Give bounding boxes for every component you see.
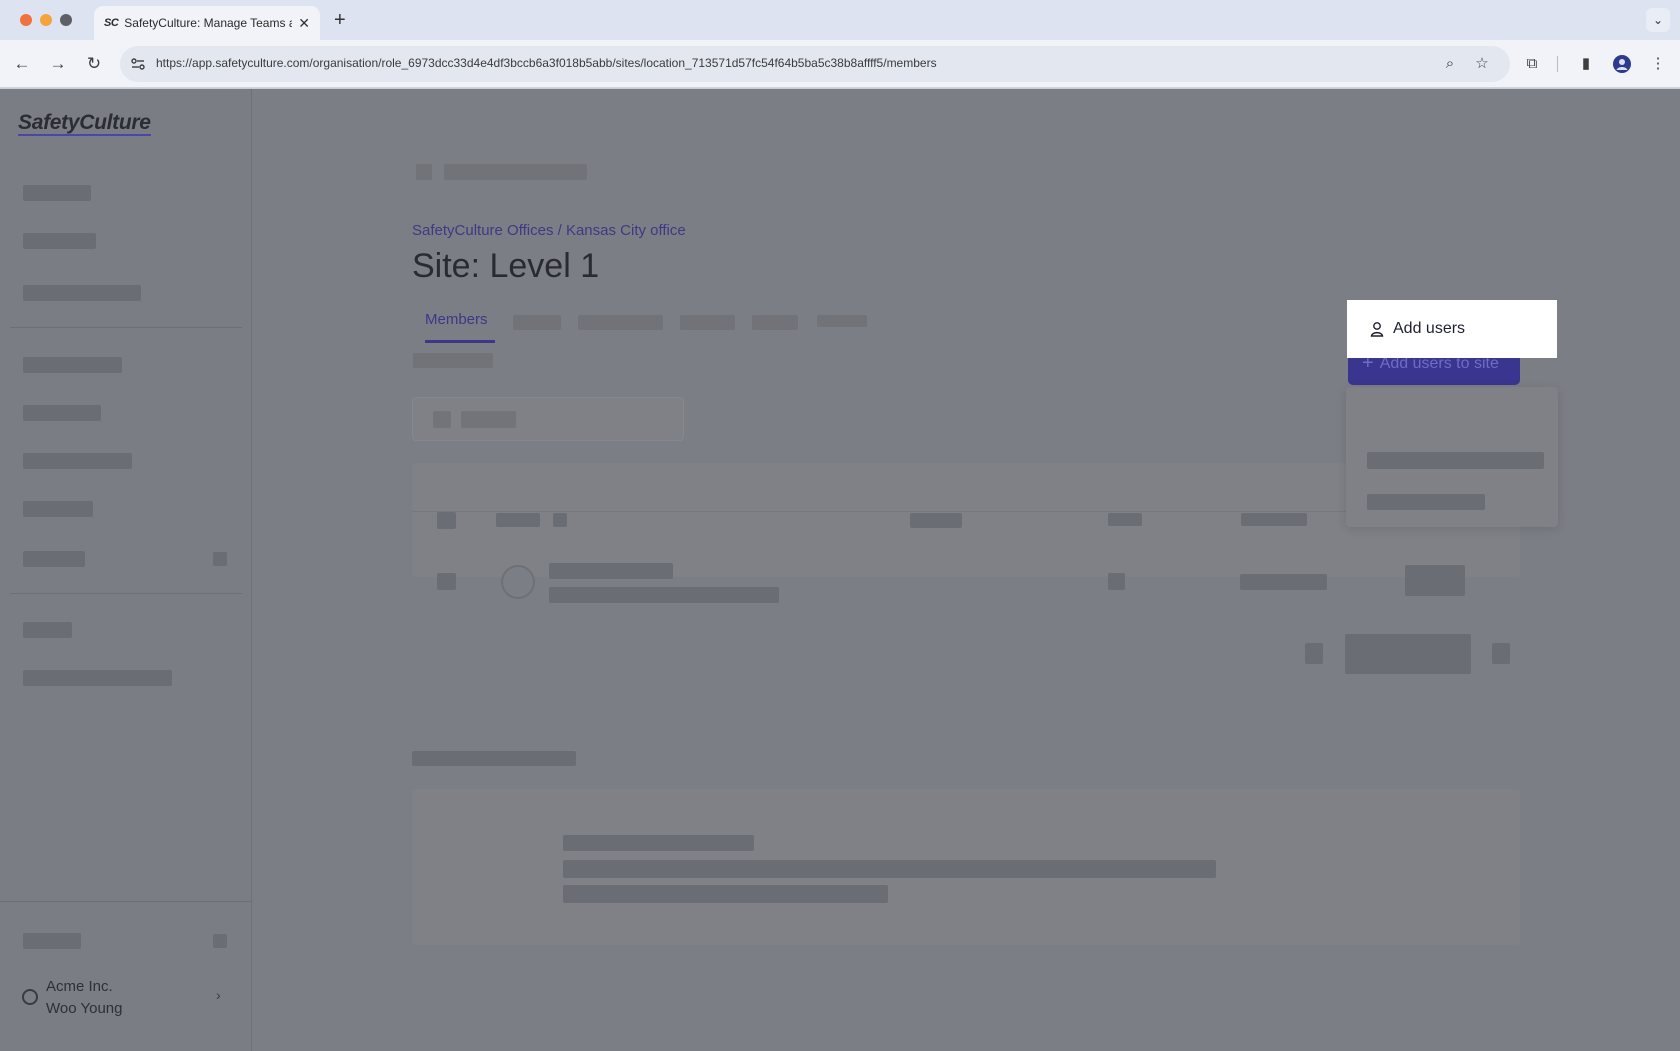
- bookmark-star-icon[interactable]: ☆: [1472, 54, 1492, 74]
- address-bar[interactable]: https://app.safetyculture.com/organisati…: [120, 46, 1510, 82]
- column-header[interactable]: [1241, 513, 1307, 526]
- sidebar-item[interactable]: [23, 453, 132, 469]
- select-all-checkbox[interactable]: [437, 512, 456, 529]
- row-checkbox[interactable]: [437, 573, 456, 590]
- page-overlay[interactable]: SafetyCulture Acme Inc. Woo Young › Safe…: [0, 89, 1680, 1051]
- column-header[interactable]: [496, 513, 540, 527]
- table-row: [549, 587, 779, 603]
- browser-toolbar: ← → ↻ https://app.safetyculture.com/orga…: [0, 40, 1680, 88]
- browser-titlebar: SC SafetyCulture: Manage Teams and... ✕ …: [0, 0, 1680, 40]
- sidebar: SafetyCulture Acme Inc. Woo Young ›: [0, 89, 252, 1051]
- sidebar-badge: [213, 934, 227, 948]
- forward-button[interactable]: →: [46, 52, 70, 76]
- side-panel-icon[interactable]: ▮: [1574, 52, 1598, 76]
- browser-menu-icon[interactable]: ⋮: [1646, 52, 1670, 76]
- organization-icon: [22, 989, 38, 1005]
- new-tab-button[interactable]: +: [334, 9, 346, 32]
- tab-members[interactable]: Members: [425, 311, 488, 328]
- sidebar-item[interactable]: [23, 933, 81, 949]
- table-row[interactable]: [549, 563, 673, 579]
- active-tab-indicator: [425, 340, 495, 343]
- search-placeholder: [461, 411, 516, 428]
- minimize-window-button[interactable]: [40, 14, 52, 26]
- safetyculture-logo[interactable]: SafetyCulture: [18, 111, 151, 136]
- section-heading: [412, 751, 576, 766]
- pagination-next[interactable]: [1492, 643, 1510, 664]
- row-action-button[interactable]: [1405, 565, 1465, 596]
- column-header[interactable]: [910, 513, 962, 528]
- chevron-right-icon: ›: [216, 987, 221, 1003]
- browser-tab[interactable]: SC SafetyCulture: Manage Teams and... ✕: [94, 6, 320, 40]
- add-users-label: Add users: [1393, 320, 1466, 337]
- sidebar-item[interactable]: [23, 670, 172, 686]
- tab-item[interactable]: [817, 315, 867, 327]
- sidebar-item[interactable]: [23, 551, 85, 567]
- pagination-prev[interactable]: [1305, 643, 1323, 664]
- avatar: [501, 565, 535, 599]
- sidebar-item[interactable]: [23, 233, 96, 249]
- organization-switcher[interactable]: Acme Inc. Woo Young: [46, 976, 122, 1020]
- sidebar-item[interactable]: [23, 185, 91, 201]
- close-window-button[interactable]: [20, 14, 32, 26]
- sidebar-divider: [10, 593, 242, 594]
- sidebar-divider: [0, 901, 252, 902]
- sidebar-item[interactable]: [23, 285, 141, 301]
- user-icon: [1370, 322, 1384, 337]
- user-name: Woo Young: [46, 1000, 123, 1017]
- add-users-dropdown: [1346, 387, 1558, 527]
- sidebar-divider: [10, 327, 242, 328]
- dropdown-item[interactable]: [1367, 452, 1544, 469]
- info-text: [563, 860, 1216, 878]
- maximize-window-button[interactable]: [60, 14, 72, 26]
- back-link[interactable]: [444, 164, 587, 180]
- pagination-select[interactable]: [1345, 634, 1471, 674]
- sidebar-item[interactable]: [23, 357, 122, 373]
- sidebar-item[interactable]: [23, 622, 72, 638]
- extensions-icon[interactable]: ⧉: [1520, 52, 1544, 76]
- search-icon: [433, 411, 451, 428]
- tab-item[interactable]: [680, 315, 735, 330]
- page-title: Site: Level 1: [412, 247, 600, 285]
- url-text: https://app.safetyculture.com/organisati…: [156, 56, 937, 70]
- info-text: [563, 835, 754, 851]
- org-name: Acme Inc.: [46, 978, 113, 995]
- reload-button[interactable]: ↻: [82, 52, 106, 76]
- section-heading: [413, 353, 493, 368]
- close-tab-icon[interactable]: ✕: [298, 15, 310, 32]
- search-input[interactable]: [412, 397, 684, 441]
- sidebar-item[interactable]: [23, 405, 101, 421]
- back-button[interactable]: ←: [10, 52, 34, 76]
- sort-icon[interactable]: [553, 513, 567, 527]
- favicon-icon: SC: [104, 17, 119, 29]
- site-settings-icon[interactable]: [130, 56, 146, 72]
- zoom-icon[interactable]: ⌕: [1440, 54, 1460, 74]
- table-row: [1240, 574, 1327, 590]
- breadcrumb[interactable]: SafetyCulture Offices / Kansas City offi…: [412, 222, 686, 239]
- tab-item[interactable]: [513, 315, 561, 330]
- table-row: [1108, 573, 1125, 590]
- toolbar-divider: [1557, 56, 1558, 72]
- sidebar-item[interactable]: [23, 501, 93, 517]
- sidebar-badge: [213, 552, 227, 566]
- tab-item[interactable]: [752, 315, 798, 330]
- profile-avatar-icon[interactable]: [1610, 52, 1634, 76]
- back-link-icon[interactable]: [416, 164, 432, 180]
- tab-title: SafetyCulture: Manage Teams and...: [124, 16, 293, 30]
- dropdown-item[interactable]: [1367, 494, 1485, 510]
- tab-item[interactable]: [578, 315, 663, 330]
- add-users-menu-item[interactable]: Add users: [1347, 300, 1557, 358]
- tab-search-button[interactable]: ⌄: [1646, 8, 1670, 32]
- info-text: [563, 885, 888, 903]
- column-header[interactable]: [1108, 513, 1142, 526]
